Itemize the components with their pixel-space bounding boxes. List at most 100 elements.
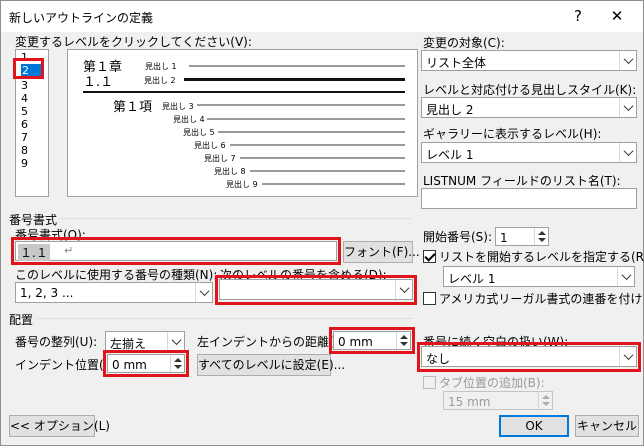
preview-heading-5: 見出し 5 xyxy=(183,128,215,137)
chevron-down-icon xyxy=(167,332,184,351)
restart-value: レベル 1 xyxy=(448,272,496,286)
style-label: レベルと対応付ける見出しスタイル(K): xyxy=(423,83,637,97)
align-value: 左揃え xyxy=(110,337,147,351)
preview-heading-1: 見出し 1 xyxy=(145,62,177,71)
preview-line-separator xyxy=(83,91,405,93)
gallery-value: レベル 1 xyxy=(426,148,474,162)
tab-position-value: 15 mm xyxy=(448,395,491,409)
chevron-down-icon xyxy=(619,51,636,70)
preview-heading-8: 見出し 8 xyxy=(214,167,246,176)
preview-line-5 xyxy=(218,131,405,133)
preview-line-3 xyxy=(197,104,405,106)
start-label: 開始番号(S): xyxy=(423,230,493,244)
preview-line-4 xyxy=(207,118,405,120)
target-select[interactable]: リスト全体 xyxy=(421,50,637,71)
spinner-arrows-icon[interactable] xyxy=(534,228,548,245)
preview-heading-7: 見出し 7 xyxy=(204,154,236,163)
legal-label: アメリカ式リーガル書式の連番を付ける(G) xyxy=(439,292,644,306)
restart-checkbox[interactable] xyxy=(423,250,436,263)
follow-select[interactable]: なし xyxy=(421,346,637,367)
format-input[interactable]: １.１ ↵ xyxy=(15,241,337,261)
left-indent-value: 0 mm xyxy=(338,335,373,349)
left-indent-spinner[interactable]: 0 mm xyxy=(333,331,411,350)
preview-section: １.１ xyxy=(83,75,114,90)
spinner-arrows-icon[interactable] xyxy=(538,392,552,409)
help-button[interactable]: ? xyxy=(566,5,590,27)
level-item[interactable]: 1 xyxy=(21,51,28,64)
outline-preview: 第１章 見出し 1 １.１ 見出し 2 第１項 見出し 3 見出し 4 見出し … xyxy=(67,49,418,197)
tab-add-checkbox[interactable] xyxy=(423,376,436,389)
legal-checkbox[interactable] xyxy=(423,292,436,305)
chevron-down-icon xyxy=(395,280,412,299)
spinner-arrows-icon[interactable] xyxy=(396,332,410,349)
restart-select[interactable]: レベル 1 xyxy=(443,266,635,287)
follow-value: なし xyxy=(426,352,451,366)
level-item[interactable]: 6 xyxy=(21,118,28,131)
target-label: 変更の対象(C): xyxy=(423,36,505,50)
chevron-down-icon xyxy=(617,267,634,286)
font-button[interactable]: フォント(F)... xyxy=(343,241,420,263)
level-item[interactable]: 7 xyxy=(21,131,28,144)
level-item[interactable]: 3 xyxy=(21,79,28,92)
preview-heading-3: 見出し 3 xyxy=(162,102,194,111)
level-item-selected[interactable]: 2 xyxy=(21,64,41,77)
preview-heading-4: 見出し 4 xyxy=(173,115,205,124)
cancel-button[interactable]: キャンセル xyxy=(575,415,639,437)
title-bar: 新しいアウトラインの定義 ? ✕ xyxy=(1,1,643,32)
style-select[interactable]: 見出し 2 xyxy=(421,97,637,118)
chevron-down-icon xyxy=(195,283,212,302)
preview-heading-9: 見出し 9 xyxy=(226,180,258,189)
level-item[interactable]: 5 xyxy=(21,105,28,118)
chevron-down-icon xyxy=(619,347,636,366)
outline-dialog: 新しいアウトラインの定義 ? ✕ 変更するレベルをクリックしてください(V): … xyxy=(0,0,644,446)
left-indent-label: 左インデントからの距離(A): xyxy=(197,335,351,349)
listnum-label: LISTNUM フィールドのリスト名(T): xyxy=(423,174,621,188)
tab-position-spinner[interactable]: 15 mm xyxy=(443,391,553,410)
position-group-label: 配置 xyxy=(9,313,34,327)
level-item[interactable]: 8 xyxy=(21,144,28,157)
preview-line-2 xyxy=(184,78,405,81)
target-value: リスト全体 xyxy=(426,56,487,70)
preview-item: 第１項 xyxy=(113,100,153,115)
gallery-label: ギャラリーに表示するレベル(H): xyxy=(423,127,602,141)
preview-heading-2: 見出し 2 xyxy=(144,76,176,85)
style-value: 見出し 2 xyxy=(426,103,474,117)
ok-button[interactable]: OK xyxy=(499,415,569,437)
apply-all-levels-button[interactable]: すべてのレベルに設定(E)... xyxy=(197,354,345,376)
preview-line-6 xyxy=(230,144,405,146)
kind-value: 1, 2, 3 ... xyxy=(20,286,74,300)
include-select[interactable] xyxy=(219,279,413,300)
preview-line-1 xyxy=(189,65,405,67)
levels-label: 変更するレベルをクリックしてください(V): xyxy=(15,35,252,49)
level-item[interactable]: 4 xyxy=(21,92,28,105)
preview-line-9 xyxy=(262,183,405,185)
start-value: 1 xyxy=(500,231,508,245)
level-list[interactable]: 1 2 3 4 5 6 7 8 9 xyxy=(15,49,49,197)
dialog-title: 新しいアウトラインの定義 xyxy=(9,11,154,25)
return-mark-icon: ↵ xyxy=(64,244,74,257)
indent-label: インデント位置(I): xyxy=(15,358,116,372)
chevron-down-icon xyxy=(619,143,636,162)
close-button[interactable]: ✕ xyxy=(605,5,629,27)
tab-add-label: タブ位置の追加(B): xyxy=(439,376,545,390)
kind-label: このレベルに使用する番号の種類(N): xyxy=(15,268,218,282)
align-select[interactable]: 左揃え xyxy=(105,331,185,352)
position-divider xyxy=(37,318,413,319)
start-spinner[interactable]: 1 xyxy=(495,227,549,246)
kind-select[interactable]: 1, 2, 3 ... xyxy=(15,282,213,303)
spinner-arrows-icon[interactable] xyxy=(170,355,184,372)
indent-spinner[interactable]: 0 mm xyxy=(107,354,185,373)
number-format-divider xyxy=(59,218,411,219)
preview-line-8 xyxy=(250,170,405,172)
level-item[interactable]: 9 xyxy=(21,157,28,170)
format-value: １.１ xyxy=(18,244,50,261)
restart-label: リストを開始するレベルを指定する(R): xyxy=(439,250,644,264)
options-button[interactable]: << オプション(L) xyxy=(9,415,110,437)
preview-heading-6: 見出し 6 xyxy=(194,141,226,150)
gallery-select[interactable]: レベル 1 xyxy=(421,142,637,163)
indent-value: 0 mm xyxy=(112,358,147,372)
preview-line-7 xyxy=(240,157,405,159)
chevron-down-icon xyxy=(619,98,636,117)
align-label: 番号の整列(U): xyxy=(15,335,98,349)
listnum-input[interactable] xyxy=(421,188,637,209)
